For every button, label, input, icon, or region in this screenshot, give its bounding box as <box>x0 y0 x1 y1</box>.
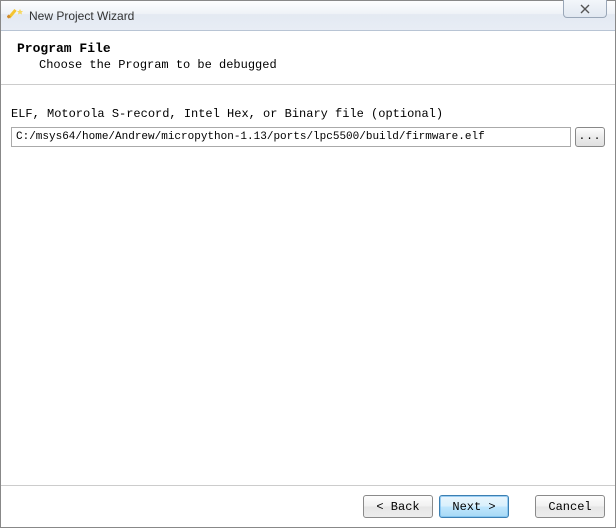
page-title: Program File <box>17 41 599 56</box>
cancel-button[interactable]: Cancel <box>535 495 605 518</box>
wizard-header: Program File Choose the Program to be de… <box>1 31 615 85</box>
page-subtitle: Choose the Program to be debugged <box>17 58 599 72</box>
file-input-row: ... <box>11 127 605 147</box>
browse-button[interactable]: ... <box>575 127 605 147</box>
window-titlebar: New Project Wizard <box>1 1 615 31</box>
next-button[interactable]: Next > <box>439 495 509 518</box>
back-button-label: < Back <box>376 500 419 514</box>
window-title: New Project Wizard <box>29 9 134 23</box>
next-button-label: Next > <box>452 500 495 514</box>
back-button[interactable]: < Back <box>363 495 433 518</box>
wizard-icon <box>7 8 23 24</box>
cancel-button-label: Cancel <box>548 500 591 514</box>
program-file-input[interactable] <box>11 127 571 147</box>
close-button[interactable] <box>563 0 607 18</box>
wizard-body: ELF, Motorola S-record, Intel Hex, or Bi… <box>1 85 615 157</box>
wizard-footer: < Back Next > Cancel <box>1 485 615 527</box>
file-field-label: ELF, Motorola S-record, Intel Hex, or Bi… <box>11 107 605 121</box>
